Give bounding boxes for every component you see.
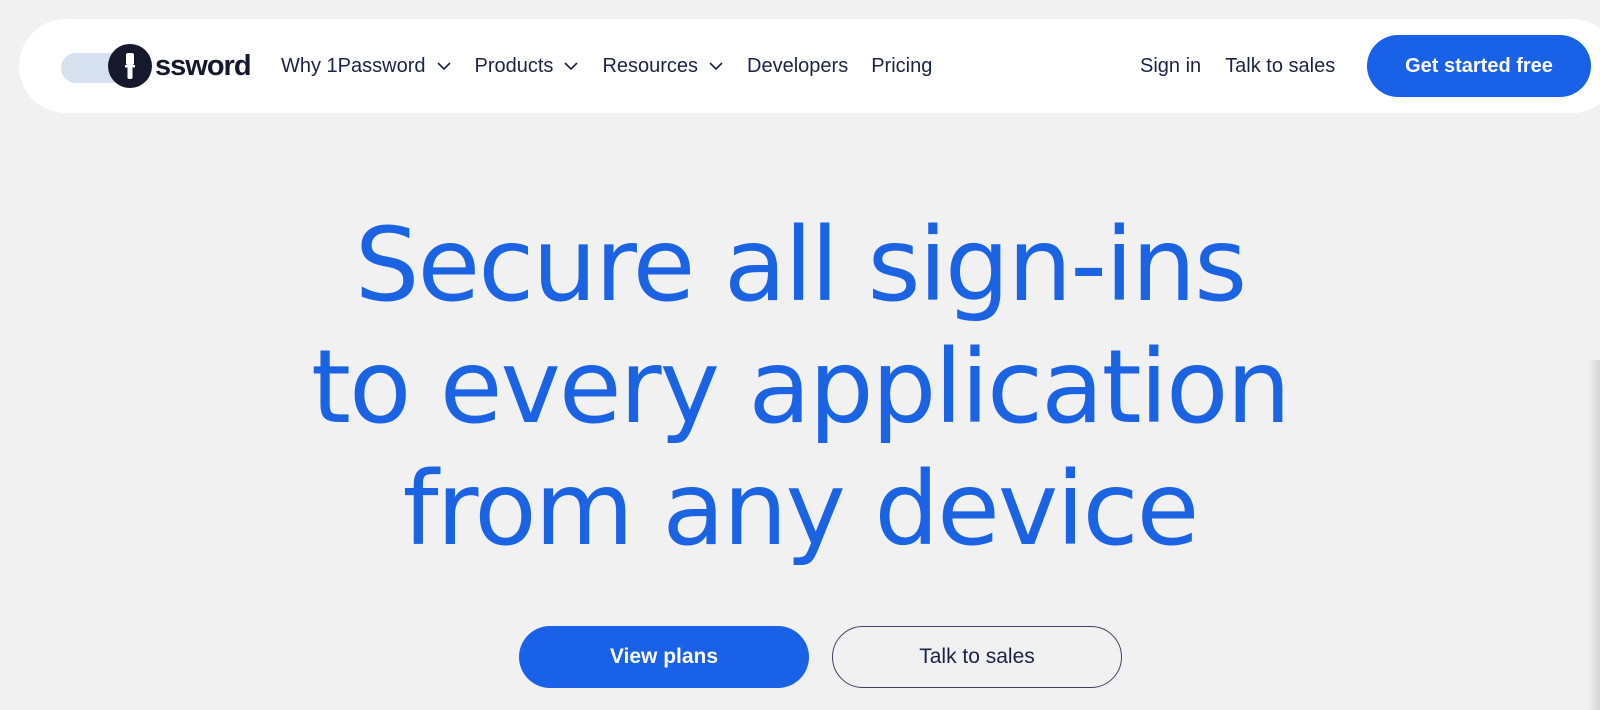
primary-nav: Why 1Password Products Resources Develop… [281,19,955,113]
nav-resources[interactable]: Resources [602,55,724,78]
top-navbar: ssword Why 1Password Products Resources … [19,19,1600,113]
keyhole-logo-icon [108,44,152,88]
nav-products[interactable]: Products [475,55,580,78]
view-plans-button[interactable]: View plans [519,626,809,688]
edge-shadow [1588,360,1600,710]
page: ssword Why 1Password Products Resources … [0,0,1600,710]
chevron-down-icon [564,62,579,71]
nav-pricing-label: Pricing [871,54,933,77]
hero-headline: Secure all sign-ins to every application… [0,205,1600,571]
logo-wordmark: ssword [155,50,252,82]
nav-why-1password-label: Why 1Password [281,54,426,77]
talk-to-sales-link[interactable]: Talk to sales [1225,55,1335,78]
nav-why-1password[interactable]: Why 1Password [281,55,452,78]
nav-right-actions: Sign in Talk to sales [1140,19,1359,113]
nav-developers-label: Developers [747,54,849,77]
logo[interactable]: ssword [61,41,261,91]
sign-in-link[interactable]: Sign in [1140,55,1201,78]
hero-buttons: View plans Talk to sales [519,626,1122,688]
nav-developers[interactable]: Developers [747,55,848,78]
get-started-free-button[interactable]: Get started free [1367,35,1591,97]
hero-section: Secure all sign-ins to every application… [0,205,1600,571]
nav-products-label: Products [474,54,554,77]
hero-headline-line-2: to every application [310,328,1291,447]
hero-headline-line-3: from any device [402,450,1200,569]
hero-headline-line-1: Secure all sign-ins [354,206,1248,325]
chevron-down-icon [436,62,451,71]
chevron-down-icon [709,62,723,71]
nav-resources-label: Resources [602,54,699,77]
hero-talk-to-sales-button[interactable]: Talk to sales [832,626,1122,688]
nav-pricing[interactable]: Pricing [871,55,932,78]
